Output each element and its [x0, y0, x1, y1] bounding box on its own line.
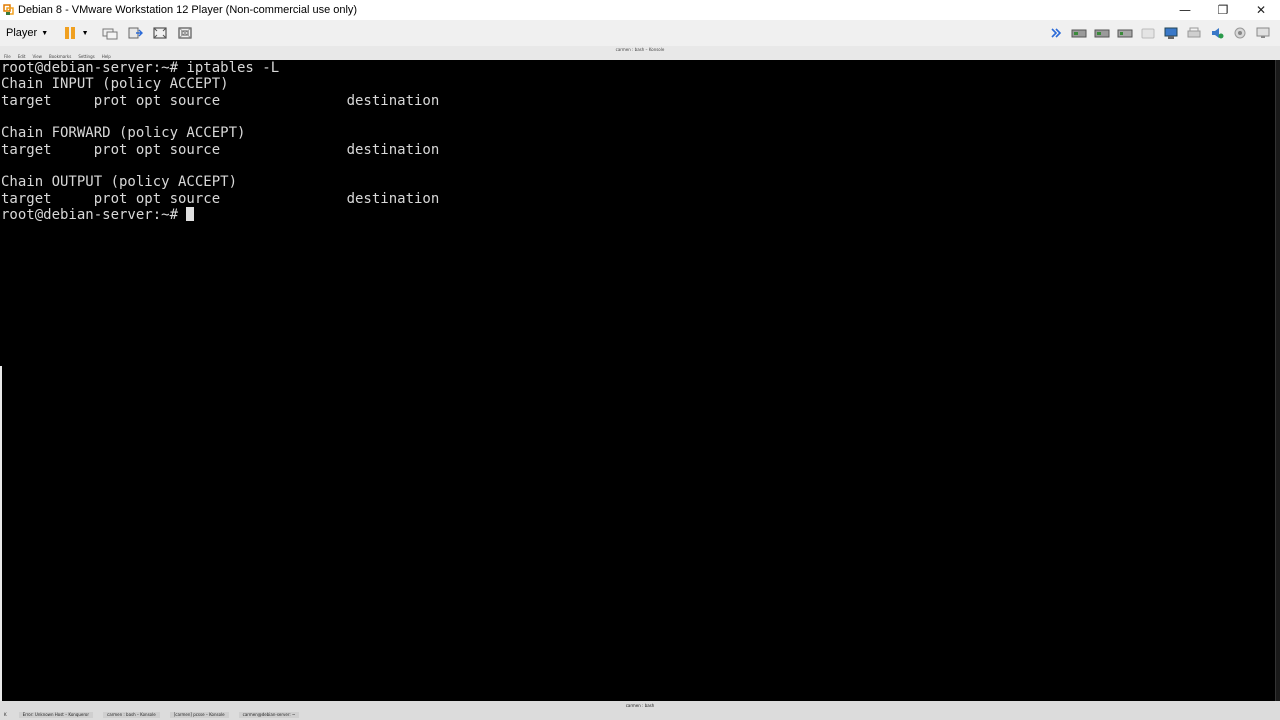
terminal-line: Chain OUTPUT (policy ACCEPT) — [1, 174, 238, 190]
cd-dvd-button[interactable] — [1115, 23, 1135, 43]
taskbar-items: K Error: Unknown Host – Konqueror carmen… — [2, 712, 300, 718]
sound-card-icon — [1212, 28, 1224, 39]
more-devices-button[interactable] — [1046, 23, 1066, 43]
camera-icon — [1234, 27, 1246, 39]
player-toolbar: Player ▼ ▼ — [0, 20, 1280, 46]
terminal-line: target prot opt source destination — [1, 93, 440, 109]
guest-menu-edit[interactable]: Edit — [18, 54, 26, 59]
close-button[interactable]: ✕ — [1242, 0, 1280, 20]
send-ctrl-alt-del-button[interactable] — [99, 23, 121, 43]
vmware-app-icon — [3, 4, 15, 16]
removable-devices-icon — [128, 27, 144, 39]
unity-icon — [178, 27, 192, 39]
send-ctrl-alt-del-icon — [102, 28, 118, 40]
device-icons — [1046, 23, 1276, 43]
taskbar-item-konqueror[interactable]: Error: Unknown Host – Konqueror — [18, 712, 94, 718]
chevron-down-icon: ▼ — [81, 29, 89, 37]
title-bar: Debian 8 - VMware Workstation 12 Player … — [0, 0, 1280, 20]
chevron-down-icon: ▼ — [41, 30, 49, 37]
kde-menu-button[interactable]: K — [2, 712, 9, 718]
forward-arrows-icon — [1051, 28, 1062, 38]
network-adapter-button[interactable] — [1161, 23, 1181, 43]
guest-menu-help[interactable]: Help — [102, 54, 111, 59]
guest-taskbar: carmen : bash K Error: Unknown Host – Ko… — [0, 701, 1280, 720]
fullscreen-icon — [153, 27, 167, 39]
pause-options-button[interactable]: ▼ — [79, 23, 91, 43]
restore-button[interactable]: ❐ — [1204, 0, 1242, 20]
floppy-button[interactable] — [1138, 23, 1158, 43]
camera-button[interactable] — [1230, 23, 1250, 43]
pause-icon — [65, 27, 76, 39]
text-cursor — [186, 207, 195, 221]
taskbar-item-konsole[interactable]: carmen : bash – Konsole — [103, 712, 160, 718]
minimize-button[interactable]: — — [1166, 0, 1204, 20]
terminal-line: Chain INPUT (policy ACCEPT) — [1, 76, 229, 92]
terminal-line: root@debian-server:~# iptables -L — [1, 60, 280, 76]
display-icon — [1256, 27, 1270, 38]
display-button[interactable] — [1253, 23, 1273, 43]
restore-icon: ❐ — [1217, 3, 1229, 17]
taskbar-item-konsole-2[interactable]: [carmen] pcsse – Konsole — [169, 712, 229, 718]
taskbar-item-terminal[interactable]: carmen@debian-server: ~ — [238, 712, 300, 718]
terminal-line: target prot opt source destination — [1, 142, 440, 158]
terminal-line: target prot opt source destination — [1, 191, 440, 207]
fullscreen-button[interactable] — [149, 23, 171, 43]
removable-devices-button[interactable] — [124, 23, 146, 43]
guest-menu-bookmarks[interactable]: Bookmarks — [49, 54, 71, 59]
guest-konsole-titlebar: carmen : bash – Konsole File Edit View B… — [0, 46, 1280, 60]
terminal-prompt-line: root@debian-server:~# — [1, 207, 195, 224]
network-adapter-icon — [1164, 27, 1178, 39]
terminal-prompt: root@debian-server:~# — [1, 207, 187, 223]
window-controls: — ❐ ✕ — [1166, 0, 1280, 20]
player-menu-button[interactable]: Player ▼ — [6, 23, 48, 43]
guest-desktop-edge — [0, 366, 2, 701]
terminal-scrollbar[interactable] — [1275, 60, 1280, 701]
window-title: Debian 8 - VMware Workstation 12 Player … — [18, 4, 358, 16]
close-icon: ✕ — [1255, 3, 1267, 17]
guest-menu-view[interactable]: View — [32, 54, 42, 59]
player-menu-label: Player — [6, 27, 38, 39]
printer-button[interactable] — [1184, 23, 1204, 43]
taskbar-tooltip: carmen : bash — [625, 703, 655, 708]
guest-window-title: carmen : bash – Konsole — [615, 47, 665, 52]
terminal-area[interactable]: root@debian-server:~# iptables -L Chain … — [0, 60, 1275, 701]
guest-menu-bar: File Edit View Bookmarks Settings Help — [4, 54, 111, 59]
guest-menu-settings[interactable]: Settings — [78, 54, 94, 59]
cd-dvd-icon — [1117, 29, 1133, 38]
hard-disk-button[interactable] — [1069, 23, 1089, 43]
hard-disk-2-button[interactable] — [1092, 23, 1112, 43]
pause-button[interactable] — [62, 23, 78, 43]
printer-icon — [1187, 27, 1201, 38]
vmware-player-window: Debian 8 - VMware Workstation 12 Player … — [0, 0, 1280, 720]
guest-menu-file[interactable]: File — [4, 54, 11, 59]
unity-button[interactable] — [174, 23, 196, 43]
terminal-line: Chain FORWARD (policy ACCEPT) — [1, 125, 246, 141]
floppy-icon — [1141, 28, 1155, 39]
hard-disk-icon — [1094, 29, 1110, 38]
hard-disk-icon — [1071, 29, 1087, 38]
sound-card-button[interactable] — [1207, 23, 1227, 43]
minimize-icon: — — [1179, 3, 1191, 17]
